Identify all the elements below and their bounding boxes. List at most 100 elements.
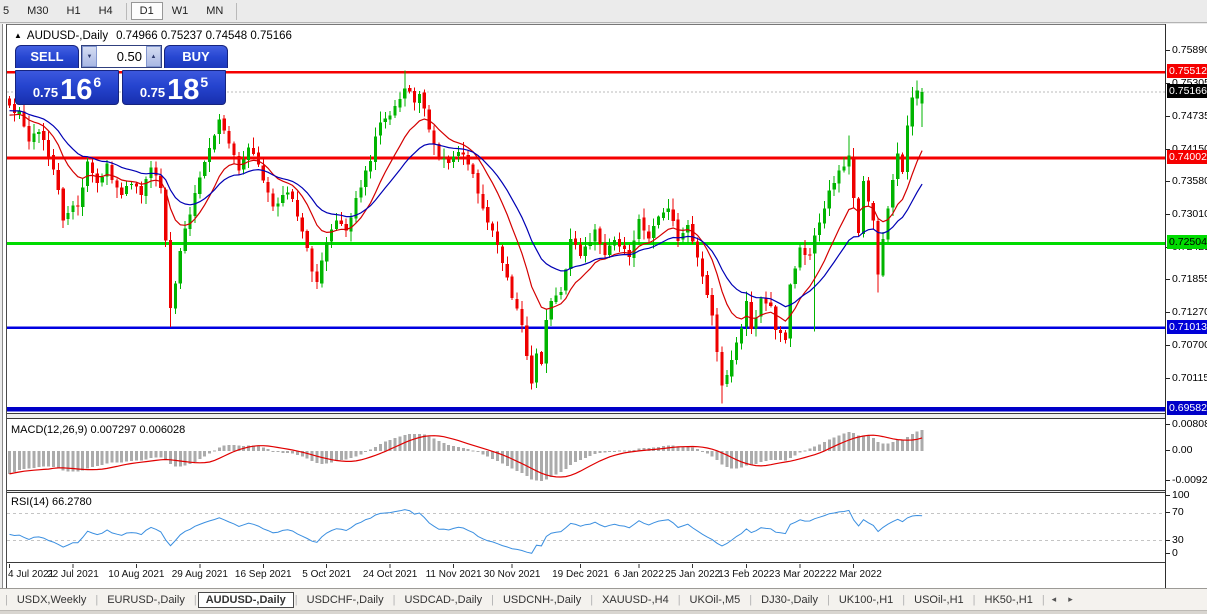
sell-price-display[interactable]: 0.75166 [15, 70, 119, 105]
time-axis-ticks [10, 564, 854, 568]
sell-price-prefix: 0.75 [33, 85, 58, 100]
price-axis: 0.758900.753050.747350.741500.735800.730… [1165, 24, 1207, 588]
rsi-line [10, 510, 923, 554]
axis-tick [1166, 495, 1170, 496]
buy-price-sup: 5 [200, 74, 208, 90]
tab-separator: | [393, 594, 396, 606]
mt4-window: 5M30H1H4D1W1MN ▲AUDUSD-,Daily0.74966 0.7… [0, 0, 1207, 614]
axis-tick [1166, 512, 1170, 513]
axis-tick [1166, 345, 1170, 346]
pane-separator-price-macd[interactable] [7, 413, 1165, 419]
rsi-label: RSI(14) 66.2780 [11, 496, 92, 508]
chart-title: ▲AUDUSD-,Daily0.74966 0.75237 0.74548 0.… [14, 30, 292, 42]
rsi-tick-label: 70 [1172, 506, 1184, 518]
price-level-badge: 0.71013 [1167, 320, 1207, 334]
rsi-tick-label: 30 [1172, 534, 1184, 546]
axis-tick [1166, 450, 1170, 451]
axis-tick [1166, 50, 1170, 51]
buy-price-prefix: 0.75 [140, 85, 165, 100]
tab-separator: | [827, 594, 830, 606]
macd-label: MACD(12,26,9) 0.007297 0.006028 [11, 424, 185, 436]
chart-tab-usdchf-daily[interactable]: USDCHF-,Daily [299, 592, 392, 608]
price-tick-label: 0.73580 [1172, 175, 1207, 187]
volume-decrease-button[interactable]: ▼ [82, 46, 97, 67]
chart-canvas [7, 25, 1165, 589]
toolbar-separator [126, 3, 127, 20]
volume-control: ▼ 0.50 ▲ [81, 45, 162, 68]
tabs-scroll-left-icon[interactable]: ◂ [1052, 594, 1057, 605]
macd-tick-label: -0.00928 [1172, 474, 1207, 486]
tabs-scroll-right-icon[interactable]: ▸ [1068, 594, 1073, 605]
macd-tick-label: 0.00 [1172, 444, 1192, 456]
timeframe-button-w1[interactable]: W1 [163, 2, 198, 20]
chart-tab-xauusd-h4[interactable]: XAUUSD-,H4 [594, 592, 677, 608]
tab-separator: | [295, 594, 298, 606]
timeframe-button-h4[interactable]: H4 [90, 2, 122, 20]
tab-separator: | [5, 594, 8, 606]
date-label: 16 Sep 2021 [235, 569, 292, 580]
chart-tab-ukoil-m5[interactable]: UKOil-,M5 [682, 592, 749, 608]
price-level-badge: 0.69582 [1167, 401, 1207, 415]
chart-symbol-label: AUDUSD-,Daily [27, 30, 108, 42]
horizontal-level-lines [7, 72, 1165, 409]
chart-tab-uk100-h1[interactable]: UK100-,H1 [831, 592, 901, 608]
axis-tick [1166, 553, 1170, 554]
ma-fast-line [10, 114, 923, 321]
chart-tab-hk50-h1[interactable]: HK50-,H1 [977, 592, 1041, 608]
timeframe-button-h1[interactable]: H1 [58, 2, 90, 20]
sell-price-sup: 6 [93, 74, 101, 90]
chart-tab-usoil-h1[interactable]: USOil-,H1 [906, 592, 972, 608]
collapse-panel-icon[interactable]: ▲ [14, 31, 22, 40]
date-label: 25 Jan 2022 [665, 569, 720, 580]
buy-button[interactable]: BUY [164, 45, 228, 68]
timeframe-button-d1[interactable]: D1 [131, 2, 163, 20]
volume-input[interactable]: 0.50 [97, 46, 146, 67]
price-level-badge: 0.75512 [1167, 64, 1207, 78]
buy-price-display[interactable]: 0.75185 [122, 70, 226, 105]
price-tick-label: 0.71855 [1172, 273, 1207, 285]
window-bottom-edge [0, 610, 1207, 614]
timeframe-button-5[interactable]: 5 [0, 2, 18, 20]
sell-button[interactable]: SELL [15, 45, 79, 68]
candlestick-series [8, 70, 924, 403]
date-label: 10 Aug 2021 [108, 569, 164, 580]
date-label: 30 Nov 2021 [484, 569, 541, 580]
chart-tab-dj30-daily[interactable]: DJ30-,Daily [753, 592, 826, 608]
chart-tab-usdx-weekly[interactable]: USDX,Weekly [9, 592, 94, 608]
chart-area[interactable]: ▲AUDUSD-,Daily0.74966 0.75237 0.74548 0.… [7, 24, 1165, 588]
tab-separator: | [749, 594, 752, 606]
tab-separator: | [95, 594, 98, 606]
tab-separator: | [590, 594, 593, 606]
date-label: 11 Nov 2021 [426, 569, 482, 580]
chart-tab-usdcnh-daily[interactable]: USDCNH-,Daily [495, 592, 589, 608]
axis-tick [1166, 480, 1170, 481]
toolbar-separator [236, 3, 237, 20]
volume-increase-button[interactable]: ▲ [146, 46, 161, 67]
timeframe-button-mn[interactable]: MN [197, 2, 232, 20]
date-label: 6 Jan 2022 [614, 569, 664, 580]
axis-tick [1166, 214, 1170, 215]
axis-tick [1166, 279, 1170, 280]
axis-tick [1166, 540, 1170, 541]
date-label: 3 Mar 2022 [775, 569, 826, 580]
timeframe-toolbar: 5M30H1H4 D1W1MN [0, 0, 1207, 23]
price-level-badge: 0.72504 [1167, 235, 1207, 249]
buy-price-big: 18 [167, 77, 199, 104]
price-tick-label: 0.70700 [1172, 339, 1207, 351]
chevron-up-icon: ▲ [151, 54, 157, 60]
price-tick-label: 0.74735 [1172, 110, 1207, 122]
axis-tick [1166, 116, 1170, 117]
timeframe-button-m30[interactable]: M30 [18, 2, 57, 20]
rsi-tick-label: 0 [1172, 547, 1178, 559]
date-label: 22 Mar 2022 [826, 569, 882, 580]
macd-histogram [8, 430, 924, 481]
macd-tick-label: 0.008087 [1172, 418, 1207, 430]
axis-tick [1166, 312, 1170, 313]
date-label: 29 Aug 2021 [172, 569, 228, 580]
pane-separator-macd-rsi[interactable] [7, 490, 1165, 493]
tab-separator: | [902, 594, 905, 606]
chart-tab-eurusd-daily[interactable]: EURUSD-,Daily [99, 592, 193, 608]
chart-tab-audusd-daily[interactable]: AUDUSD-,Daily [198, 592, 294, 608]
axis-tick [1166, 181, 1170, 182]
chart-tab-usdcad-daily[interactable]: USDCAD-,Daily [396, 592, 490, 608]
